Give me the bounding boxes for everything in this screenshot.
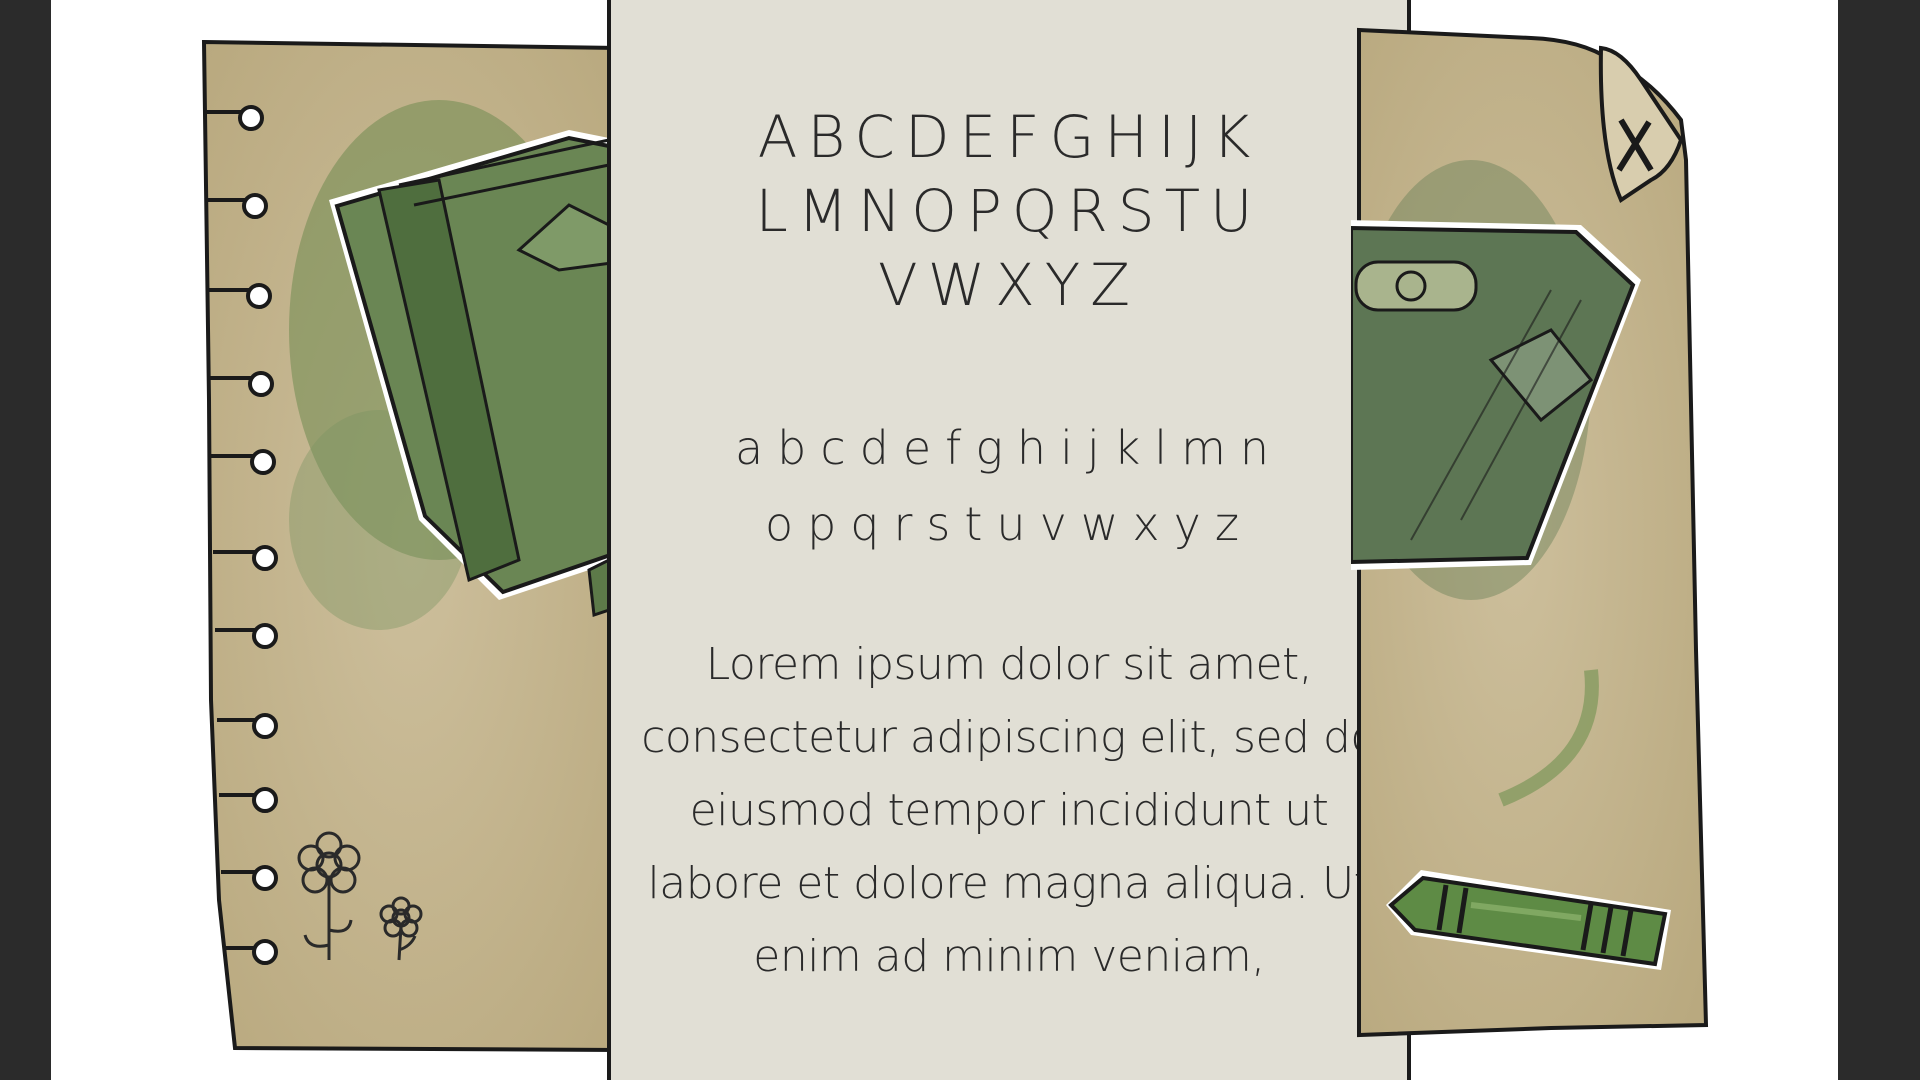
canvas: ABCDEFGHIJK LMNOPQRSTU VWXYZ abcdefghijk…	[51, 0, 1838, 1080]
lowercase-alphabet: abcdefghijklmn opqrstuvwxyz	[611, 410, 1407, 562]
left-paper-panel	[201, 39, 619, 1053]
uppercase-alphabet: ABCDEFGHIJK LMNOPQRSTU VWXYZ	[611, 100, 1407, 322]
sample-paragraph: Lorem ipsum dolor sit amet, consectetur …	[641, 639, 1377, 982]
book-illustration-icon	[289, 100, 619, 630]
right-paper-panel	[1351, 27, 1709, 1038]
lowercase-line-1: abcdefghijklmn	[734, 421, 1284, 475]
uppercase-line-1: ABCDEFGHIJK	[757, 103, 1261, 171]
uppercase-line-2: LMNOPQRSTU	[755, 177, 1263, 245]
lowercase-line-2: opqrstuvwxyz	[764, 497, 1254, 551]
font-specimen-panel: ABCDEFGHIJK LMNOPQRSTU VWXYZ abcdefghijk…	[607, 0, 1411, 1080]
uppercase-line-3: VWXYZ	[878, 251, 1140, 319]
